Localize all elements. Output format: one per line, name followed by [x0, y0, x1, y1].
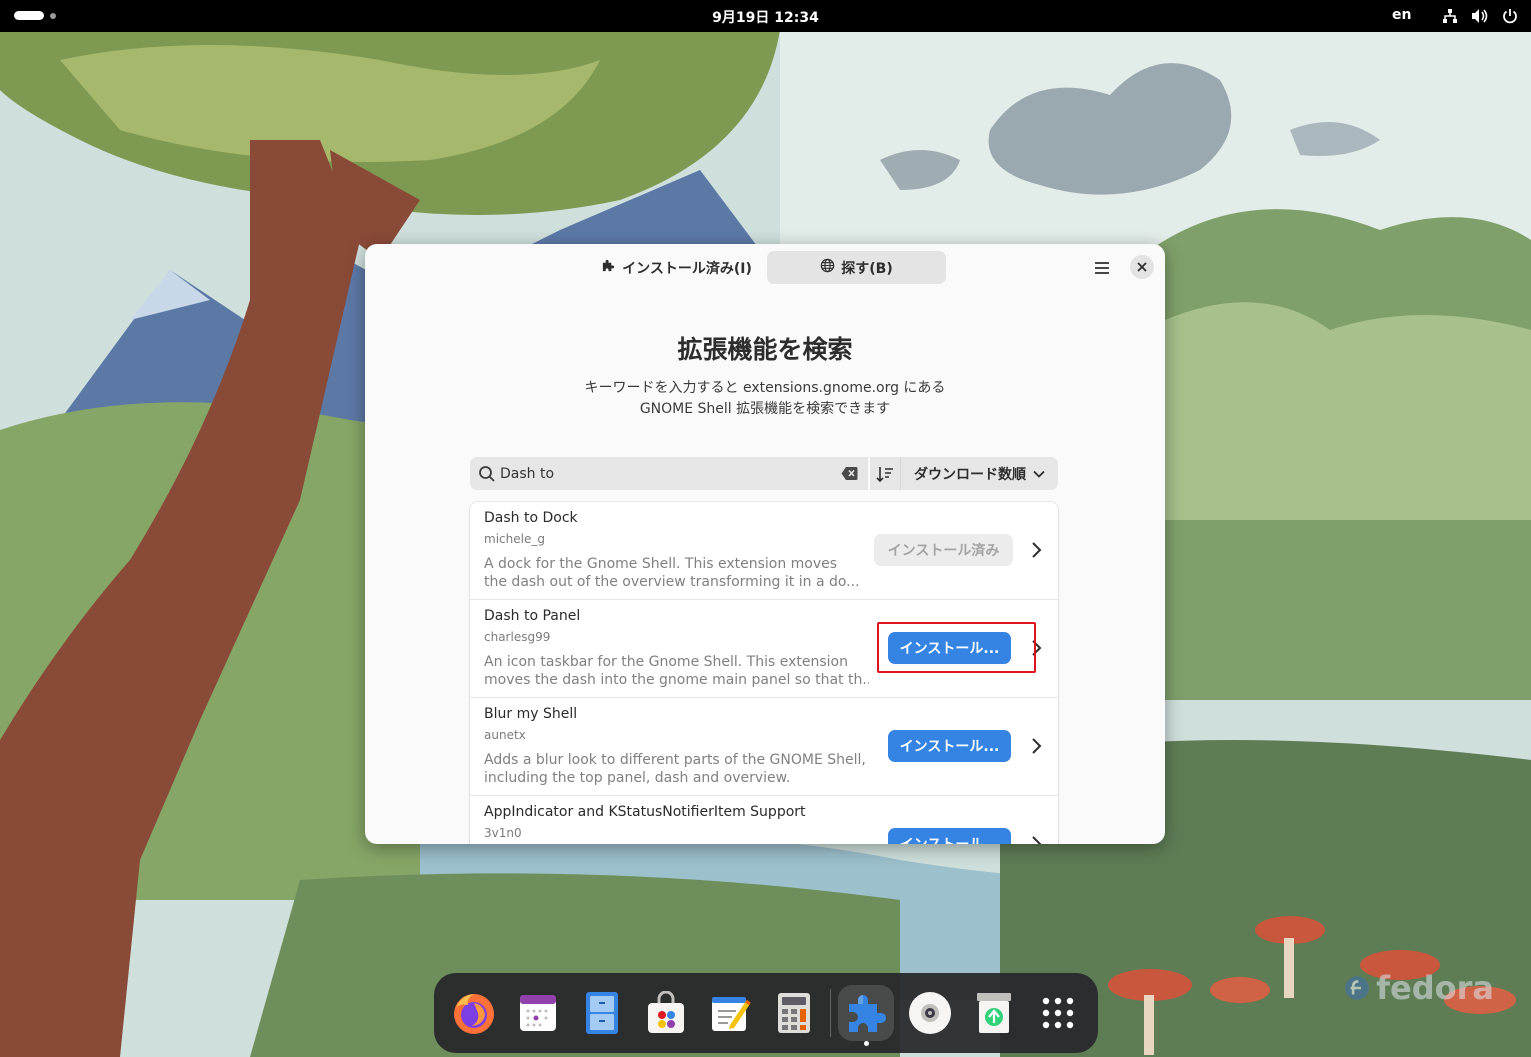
extension-manager-window: インストール済み(I) 探す(B) 拡張機能を検索 キーワードを入力すると ex…	[365, 244, 1165, 844]
search-input[interactable]	[500, 457, 830, 490]
dock-firefox[interactable]	[446, 985, 502, 1041]
search-icon	[479, 466, 495, 482]
clock-label[interactable]: 9月19日 12:34	[712, 10, 819, 26]
extension-name: Blur my Shell	[484, 706, 578, 722]
power-icon	[1500, 6, 1520, 26]
highlight-annotation	[877, 622, 1036, 673]
description-line: Adds a blur look to different parts of t…	[484, 752, 866, 768]
extension-manager-icon	[849, 995, 886, 1032]
search-results-list: Dash to Dock michele_g A dock for the Gn…	[470, 502, 1058, 844]
software-icon	[648, 991, 684, 1033]
description-line: moves the dash into the gnome main panel…	[484, 672, 869, 688]
tab-browse[interactable]: 探す(B)	[767, 251, 946, 284]
chevron-right-icon[interactable]	[1028, 541, 1044, 559]
network-icon	[1440, 6, 1460, 26]
list-item[interactable]: Dash to Dock michele_g A dock for the Gn…	[470, 502, 1058, 600]
dock	[434, 973, 1098, 1053]
chevron-right-icon[interactable]	[1028, 737, 1044, 755]
dock-calculator[interactable]	[766, 985, 822, 1041]
dock-software[interactable]	[638, 985, 694, 1041]
close-icon	[1137, 262, 1147, 272]
extension-author: aunetx	[484, 728, 526, 742]
tab-browse-label: 探す(B)	[841, 260, 893, 277]
extension-description: A dock for the Gnome Shell. This extensi…	[484, 555, 869, 591]
dock-app-grid[interactable]	[1030, 985, 1086, 1041]
page-description: キーワードを入力すると extensions.gnome.org にある GNO…	[365, 378, 1165, 420]
app-grid-icon	[1042, 997, 1074, 1029]
extension-author: 3v1n0	[484, 826, 522, 840]
extension-name: Dash to Dock	[484, 510, 578, 526]
description-line-1: キーワードを入力すると extensions.gnome.org にある	[584, 380, 946, 396]
keyboard-language[interactable]: en	[1392, 7, 1411, 23]
system-tray[interactable]	[1440, 6, 1520, 26]
fedora-logo: fedora	[1344, 966, 1494, 1010]
dock-trash[interactable]	[966, 985, 1022, 1041]
dock-separator	[830, 989, 831, 1037]
clear-search-icon[interactable]	[841, 466, 858, 481]
dock-extension-manager[interactable]	[838, 985, 894, 1041]
chevron-right-icon[interactable]	[1028, 835, 1044, 844]
description-line-2: GNOME Shell 拡張機能を検索できます	[639, 401, 891, 417]
clock: 9月19日 12:34	[0, 7, 1531, 27]
description-line: including the top panel, dash and overvi…	[484, 770, 791, 786]
extension-author: michele_g	[484, 532, 545, 546]
dock-calendar[interactable]	[510, 985, 566, 1041]
text-editor-icon	[712, 997, 751, 1031]
top-bar: 9月19日 12:34 en	[0, 0, 1531, 32]
sort-descending-icon	[876, 466, 893, 482]
main-menu-button[interactable]	[1089, 255, 1115, 281]
disk-icon	[909, 992, 951, 1034]
install-button[interactable]: インストール...	[888, 828, 1011, 844]
install-button[interactable]: インストール...	[888, 730, 1011, 762]
description-line: An icon taskbar for the Gnome Shell. Thi…	[484, 654, 848, 670]
installed-button: インストール済み	[874, 534, 1013, 566]
puzzle-icon	[601, 258, 616, 277]
extension-description: Adds a blur look to different parts of t…	[484, 751, 869, 787]
calculator-icon	[778, 993, 810, 1033]
close-button[interactable]	[1130, 255, 1154, 279]
globe-icon	[820, 258, 835, 277]
tab-installed[interactable]: インストール済み(I)	[587, 251, 766, 284]
header-bar: インストール済み(I) 探す(B)	[365, 244, 1165, 290]
fedora-icon	[1345, 976, 1369, 1000]
extension-author: charlesg99	[484, 630, 551, 644]
description-line: A dock for the Gnome Shell. This extensi…	[484, 556, 838, 572]
dock-disk[interactable]	[902, 985, 958, 1041]
list-item[interactable]: AppIndicator and KStatusNotifierItem Sup…	[470, 796, 1058, 844]
trash-icon	[977, 993, 1011, 1033]
hamburger-icon	[1095, 262, 1109, 274]
sort-dropdown-label: ダウンロード数順	[914, 466, 1026, 483]
search-box[interactable]	[470, 457, 868, 490]
running-indicator	[864, 1041, 869, 1046]
extension-name: Dash to Panel	[484, 608, 581, 624]
calendar-icon	[520, 995, 556, 1031]
list-item[interactable]: Blur my Shell aunetx Adds a blur look to…	[470, 698, 1058, 796]
tab-installed-label: インストール済み(I)	[622, 260, 752, 277]
firefox-icon	[454, 994, 494, 1034]
description-line: the dash out of the overview transformin…	[484, 574, 860, 590]
search-row: ダウンロード数順	[470, 457, 1058, 490]
volume-icon	[1470, 6, 1490, 26]
page-title: 拡張機能を検索	[677, 335, 853, 364]
sort-order-button[interactable]	[870, 457, 900, 490]
fedora-wordmark: fedora	[1376, 969, 1494, 1007]
files-icon	[586, 992, 618, 1034]
chevron-down-icon	[1033, 470, 1045, 478]
sort-dropdown[interactable]: ダウンロード数順	[900, 457, 1058, 490]
dock-text-editor[interactable]	[702, 985, 758, 1041]
extension-name: AppIndicator and KStatusNotifierItem Sup…	[484, 804, 806, 820]
extension-description: An icon taskbar for the Gnome Shell. Thi…	[484, 653, 869, 689]
dock-files[interactable]	[574, 985, 630, 1041]
